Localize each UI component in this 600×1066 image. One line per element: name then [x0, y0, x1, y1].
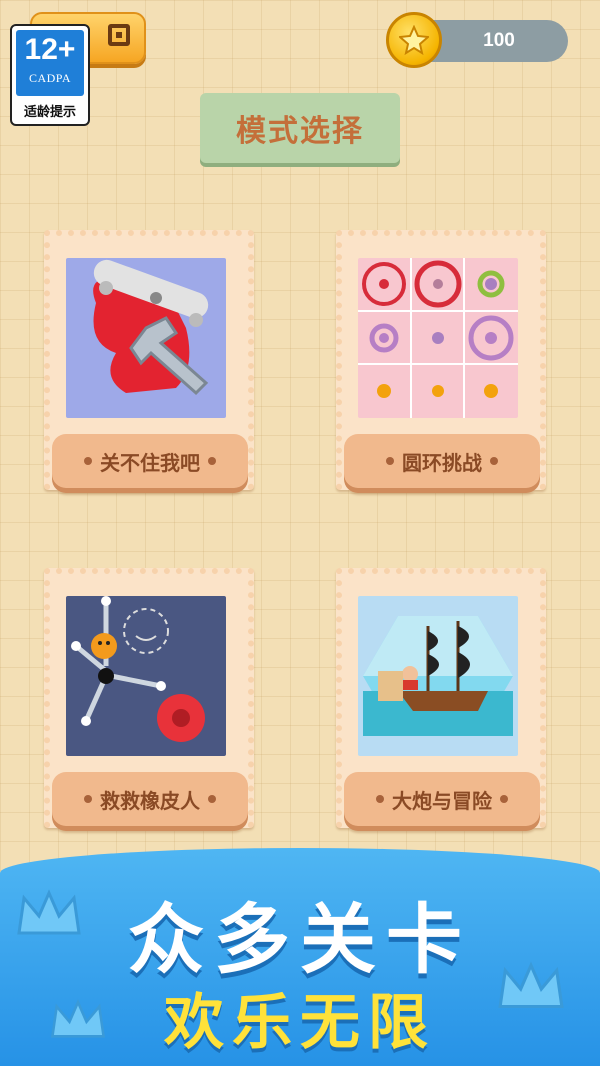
mode-2-image	[358, 258, 518, 418]
mode-card-4[interactable]: 大炮与冒险	[336, 568, 546, 828]
mode-4-button[interactable]: 大炮与冒险	[344, 772, 540, 826]
mode-card-3[interactable]: 救救橡皮人	[44, 568, 254, 828]
dot-icon	[84, 795, 92, 803]
mode-4-label: 大炮与冒险	[392, 788, 492, 813]
mode-3-image	[66, 596, 226, 756]
mode-card-2[interactable]: 圆环挑战	[336, 230, 546, 490]
dot-icon	[376, 795, 384, 803]
mode-3-label: 救救橡皮人	[100, 788, 200, 813]
dot-icon	[490, 457, 498, 465]
age-rating-tip: 适龄提示	[23, 105, 76, 120]
dot-icon	[386, 457, 394, 465]
page-title: 模式选择	[236, 114, 364, 149]
banner-subheadline: 欢乐无限	[164, 988, 436, 1058]
promo-banner: 众多关卡 欢乐无限	[0, 848, 600, 1066]
banner-headline: 众多关卡	[128, 895, 472, 984]
mode-card-1[interactable]: 关不住我吧	[44, 230, 254, 490]
dot-icon	[208, 457, 216, 465]
mode-1-label: 关不住我吧	[100, 450, 200, 475]
coin-count: 100	[483, 30, 515, 51]
age-rating-org: CADPA	[28, 71, 72, 85]
mode-2-button[interactable]: 圆环挑战	[344, 434, 540, 488]
dot-icon	[208, 795, 216, 803]
mode-1-button[interactable]: 关不住我吧	[52, 434, 248, 488]
mode-2-label: 圆环挑战	[402, 450, 482, 475]
age-rating-number: 12+	[24, 33, 76, 66]
mode-3-button[interactable]: 救救橡皮人	[52, 772, 248, 826]
dot-icon	[500, 795, 508, 803]
mode-4-image	[358, 596, 518, 756]
dot-icon	[84, 457, 92, 465]
back-icon	[108, 24, 130, 46]
age-rating-badge: 12+ CADPA 适龄提示	[10, 24, 90, 126]
coin-star-icon	[386, 12, 442, 68]
mode-1-image	[66, 258, 226, 418]
age-rating-box: 12+ CADPA	[16, 30, 84, 96]
mode-select-title: 模式选择	[200, 93, 400, 163]
